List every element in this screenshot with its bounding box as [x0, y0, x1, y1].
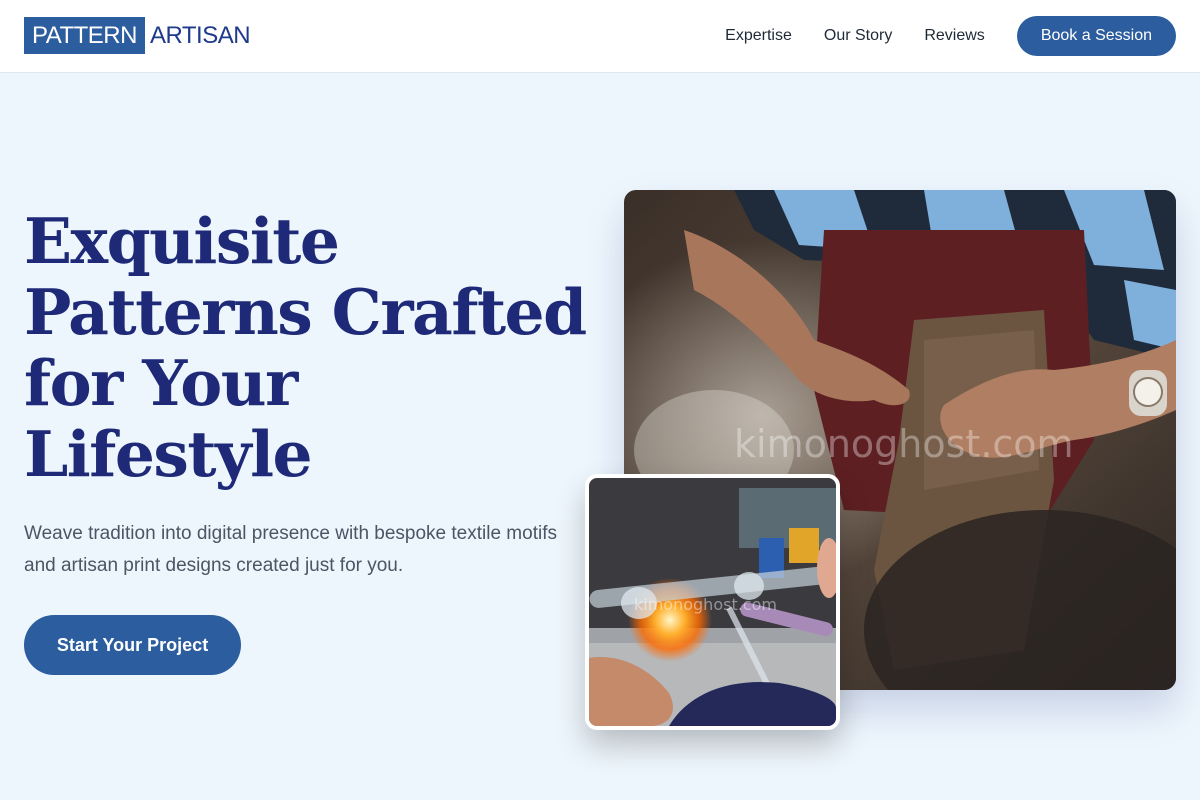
glassblowing-photo: kimonoghost.com: [585, 474, 840, 730]
hero-title-line: Patterns Crafted: [24, 275, 587, 349]
main-nav: Expertise Our Story Reviews Book a Sessi…: [725, 16, 1176, 56]
hero-title: Exquisite Patterns Crafted for Your Life…: [24, 206, 604, 490]
logo-text: ARTISAN: [149, 22, 251, 49]
site-header: PATTERN ARTISAN Expertise Our Story Revi…: [0, 0, 1200, 73]
hero-title-line: Lifestyle: [24, 417, 313, 491]
start-project-button[interactable]: Start Your Project: [24, 615, 241, 675]
image-watermark: kimonoghost.com: [734, 422, 1074, 466]
logo-highlight: PATTERN: [24, 17, 145, 54]
hero-subtitle: Weave tradition into digital presence wi…: [24, 523, 557, 576]
nav-link-reviews[interactable]: Reviews: [924, 27, 984, 45]
hero-title-line: Exquisite: [24, 204, 340, 278]
brand-logo[interactable]: PATTERN ARTISAN: [24, 17, 251, 54]
image-watermark: kimonoghost.com: [634, 595, 777, 614]
hero-title-line: for Your: [24, 346, 298, 420]
book-session-button[interactable]: Book a Session: [1016, 16, 1176, 56]
nav-link-our-story[interactable]: Our Story: [824, 27, 892, 45]
nav-link-expertise[interactable]: Expertise: [725, 27, 792, 45]
